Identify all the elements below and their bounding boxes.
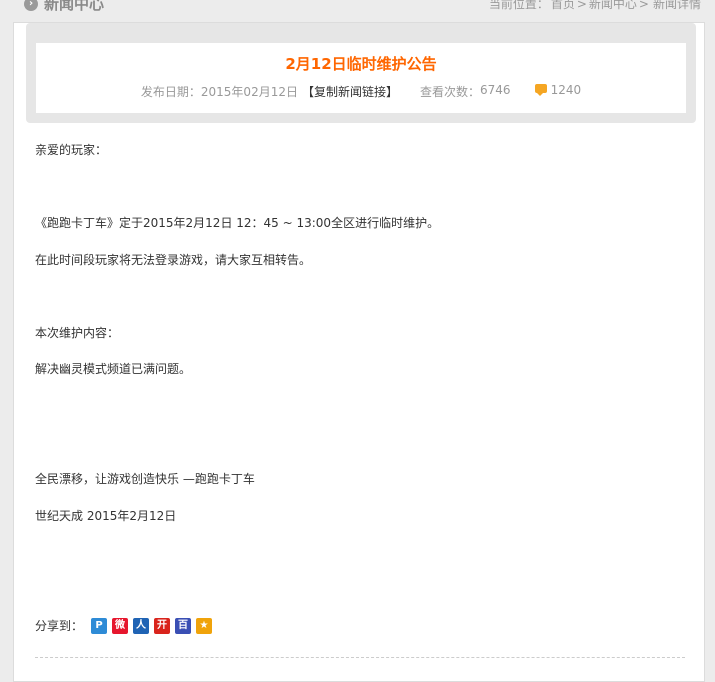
body-line: 本次维护内容： <box>35 326 120 340</box>
share-bar: 分享到： P 微 人 开 百 ★ <box>35 617 217 634</box>
breadcrumb-separator: > <box>576 0 587 11</box>
greeting: 亲爱的玩家： <box>35 143 108 157</box>
breadcrumb-current: 新闻详情 <box>652 0 701 11</box>
body-line: 在此时间段玩家将无法登录游戏，请大家互相转告。 <box>35 253 312 267</box>
bullet-icon: › <box>24 0 38 11</box>
favorite-icon[interactable]: ★ <box>196 617 213 634</box>
divider <box>35 657 685 658</box>
breadcrumb-separator: > <box>638 0 649 11</box>
publish-date: 2015年02月12日 <box>200 85 298 99</box>
renren-icon[interactable]: 人 <box>133 617 150 634</box>
topbar: › 新闻中心 当前位置： 首页 > 新闻中心 > 新闻详情 <box>0 0 715 14</box>
qzone-icon[interactable]: P <box>91 617 108 634</box>
date-label: 发布日期： <box>140 85 201 99</box>
article-header: 2月12日临时维护公告 发布日期： 2015年02月12日 【复制新闻链接】 查… <box>26 23 696 123</box>
kaixin-icon[interactable]: 开 <box>154 617 171 634</box>
share-label: 分享到： <box>35 619 84 633</box>
body-line: 解决幽灵模式频道已满问题。 <box>35 362 192 376</box>
baidu-icon[interactable]: 百 <box>175 617 192 634</box>
article-title: 2月12日临时维护公告 <box>285 55 437 73</box>
section-title: › 新闻中心 <box>24 0 104 14</box>
signature: 世纪天成 2015年2月12日 <box>35 509 177 523</box>
body-line: 《跑跑卡丁车》定于2015年2月12日 12：45 ~ 13:00全区进行临时维… <box>35 216 440 230</box>
breadcrumb-news-link[interactable]: 新闻中心 <box>589 0 637 11</box>
article-meta: 发布日期： 2015年02月12日 【复制新闻链接】 查看次数： 6746 12… <box>36 83 686 100</box>
breadcrumb-home-link[interactable]: 首页 <box>551 0 575 11</box>
comment-count[interactable]: 1240 <box>551 83 582 100</box>
view-count: 6746 <box>480 83 511 97</box>
article-header-inner: 2月12日临时维护公告 发布日期： 2015年02月12日 【复制新闻链接】 查… <box>36 43 686 113</box>
breadcrumb: 当前位置： 首页 > 新闻中心 > 新闻详情 <box>487 0 703 12</box>
views-label: 查看次数： <box>420 85 481 99</box>
comment-icon[interactable] <box>534 84 547 96</box>
section-title-text: 新闻中心 <box>44 0 105 13</box>
weibo-icon[interactable]: 微 <box>112 617 129 634</box>
breadcrumb-prefix: 当前位置： <box>488 0 549 11</box>
article-panel: 2月12日临时维护公告 发布日期： 2015年02月12日 【复制新闻链接】 查… <box>13 22 705 682</box>
copy-link-button[interactable]: 【复制新闻链接】 <box>302 83 398 100</box>
slogan: 全民漂移，让游戏创造快乐 —跑跑卡丁车 <box>35 472 255 486</box>
